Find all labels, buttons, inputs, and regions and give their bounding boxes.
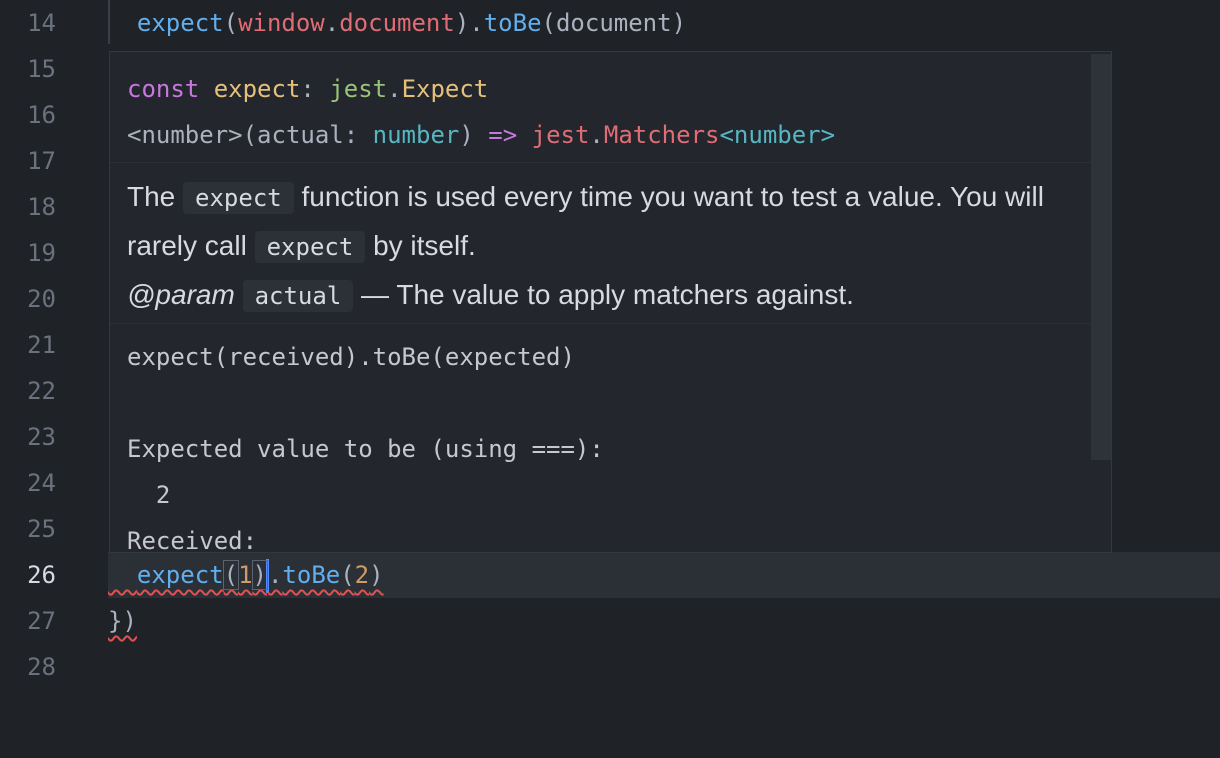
line-number: 27 <box>27 607 56 635</box>
line-number: 14 <box>27 9 56 37</box>
preview-line: Expected value to be (using ===): <box>127 435 604 463</box>
sig-generic: <number> <box>127 121 243 149</box>
line-number: 28 <box>27 653 56 681</box>
hover-tooltip[interactable]: const expect: jest.Expect <number>(actua… <box>109 51 1112 553</box>
line-number: 25 <box>27 515 56 543</box>
line-number: 18 <box>27 193 56 221</box>
line-number: 17 <box>27 147 56 175</box>
hover-documentation: The expect function is used every time y… <box>110 163 1111 324</box>
hover-signature: const expect: jest.Expect <number>(actua… <box>110 52 1111 163</box>
sig-param-type: number <box>372 121 460 149</box>
line-number: 23 <box>27 423 56 451</box>
line-number-gutter: 14 15 16 17 18 19 20 21 22 23 24 25 26 2… <box>0 0 100 758</box>
code-line-27[interactable]: }) <box>108 598 1220 644</box>
line-number: 15 <box>27 55 56 83</box>
token-property: document <box>339 9 455 37</box>
token-function: expect <box>136 561 224 589</box>
preview-line <box>127 380 1094 426</box>
token-method: toBe <box>483 9 542 37</box>
preview-line: Received: <box>127 527 258 553</box>
doc-param-tag: @param <box>127 279 235 310</box>
line-number: 20 <box>27 285 56 313</box>
token-method: toBe <box>282 561 341 589</box>
sig-type-namespace: jest <box>329 75 388 103</box>
preview-line: expect(received).toBe(expected) <box>127 343 575 371</box>
line-number: 24 <box>27 469 56 497</box>
token-number: 1 <box>238 561 253 589</box>
sig-return-name: Matchers <box>603 121 720 149</box>
code-line-26[interactable]: expect(1).toBe(2) <box>108 552 1220 598</box>
closing-brace: }) <box>108 607 137 635</box>
token-function: expect <box>136 9 224 37</box>
sig-return-namespace: jest <box>531 121 590 149</box>
line-number: 21 <box>27 331 56 359</box>
preview-line: 2 <box>127 481 171 509</box>
sig-keyword: const <box>127 75 200 103</box>
token-number: 2 <box>354 561 370 589</box>
doc-text: The <box>127 181 184 212</box>
hover-preview: expect(received).toBe(expected) Expected … <box>110 324 1111 553</box>
sig-name: expect <box>213 75 301 103</box>
code-line-14[interactable]: expect(window.document).toBe(document) <box>108 0 1220 46</box>
line-number: 22 <box>27 377 56 405</box>
doc-inline-code: expect <box>183 182 294 214</box>
token-argument: document <box>555 9 672 37</box>
token-variable: window <box>238 9 325 37</box>
hover-scrollbar[interactable] <box>1091 54 1111 460</box>
doc-inline-code: expect <box>254 231 366 263</box>
line-number-active: 26 <box>27 561 56 589</box>
doc-param-description: — The value to apply matchers against. <box>353 279 854 310</box>
doc-param-name: actual <box>242 280 354 312</box>
sig-arrow: => <box>488 121 518 149</box>
line-number: 16 <box>27 101 56 129</box>
sig-type-name: Expect <box>401 75 489 103</box>
sig-param: actual <box>257 121 344 149</box>
line-number: 19 <box>27 239 56 267</box>
doc-text: by itself. <box>365 230 476 261</box>
sig-return-generic: <number> <box>719 121 836 149</box>
